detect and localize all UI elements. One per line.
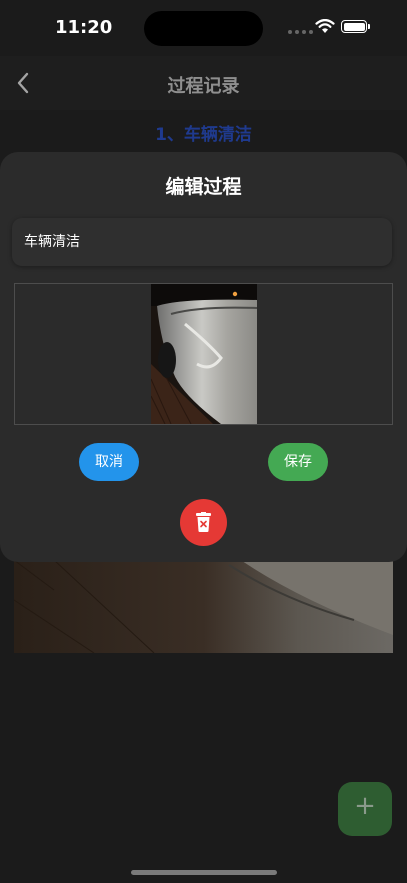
status-bar: 11:20 (0, 0, 407, 56)
section-title: 1、车辆清洁 (155, 125, 252, 145)
delete-button[interactable] (180, 499, 227, 546)
home-indicator (131, 870, 277, 875)
save-button[interactable]: 保存 (268, 443, 328, 481)
cellular-signal-icon (288, 30, 313, 34)
photo-frame (14, 283, 393, 425)
dynamic-island (144, 11, 263, 46)
status-time: 11:20 (55, 17, 113, 38)
photo-thumbnail[interactable] (151, 284, 257, 424)
process-name-input[interactable]: 车辆清洁 (12, 218, 392, 266)
add-button[interactable]: + (338, 782, 392, 836)
trash-icon (196, 512, 211, 532)
plus-icon: + (354, 791, 376, 821)
battery-icon (341, 20, 370, 33)
wifi-icon (315, 19, 335, 33)
page-title: 过程记录 (167, 76, 240, 97)
cancel-button[interactable]: 取消 (79, 443, 139, 481)
edit-dialog: 编辑过程 车辆清洁 取消 保存 (0, 152, 407, 562)
dialog-title: 编辑过程 (165, 176, 242, 198)
navigation-bar: 过程记录 (0, 56, 407, 110)
